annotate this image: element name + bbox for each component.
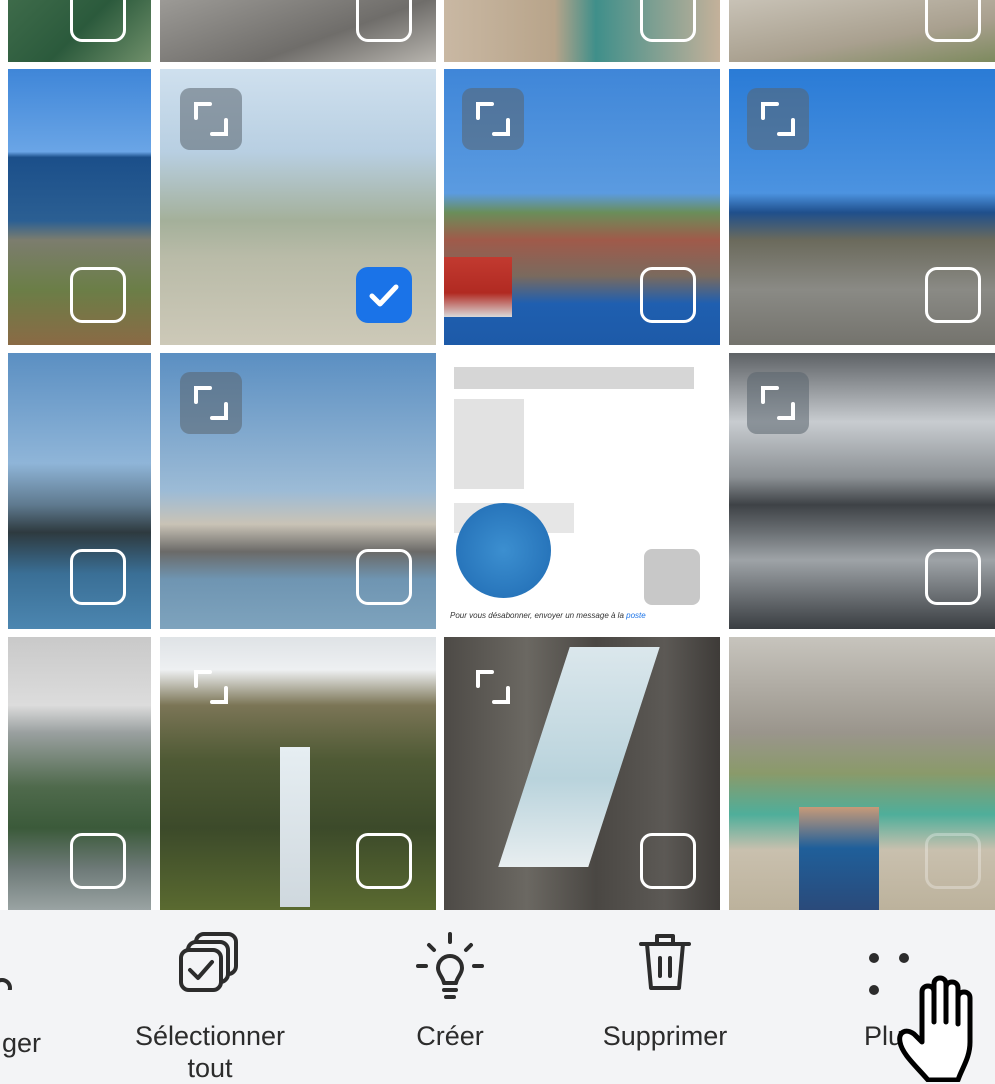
- expand-icon[interactable]: [180, 372, 242, 434]
- photo-checkbox[interactable]: [356, 549, 412, 605]
- share-button[interactable]: ger: [0, 910, 70, 1084]
- delete-label: Supprimer: [602, 1021, 728, 1051]
- create-button[interactable]: Créer: [380, 910, 520, 1084]
- expand-icon[interactable]: [462, 656, 524, 718]
- share-label: ger: [2, 1028, 42, 1058]
- photo-r0c0[interactable]: [8, 0, 151, 62]
- photo-checkbox[interactable]: [640, 833, 696, 889]
- photo-checkbox[interactable]: [70, 267, 126, 323]
- photo-viewpoint-road[interactable]: [160, 69, 436, 345]
- photo-checkbox[interactable]: [356, 267, 412, 323]
- select-all-button[interactable]: Sélectionner tout: [110, 910, 310, 1084]
- photo-checkbox[interactable]: [640, 0, 696, 42]
- photo-screenshot-message[interactable]: Pour vous désabonner, envoyer un message…: [444, 353, 720, 629]
- photo-harbour-town[interactable]: [444, 69, 720, 345]
- expand-icon[interactable]: [747, 88, 809, 150]
- photo-valley-lake[interactable]: [8, 637, 151, 910]
- photo-checkbox[interactable]: [356, 0, 412, 42]
- more-button[interactable]: Plus: [820, 910, 995, 1084]
- photo-cloudy-sea[interactable]: [729, 353, 995, 629]
- photo-mountains-lake[interactable]: [160, 353, 436, 629]
- lightbulb-icon: [416, 932, 484, 999]
- photo-checkbox[interactable]: [70, 549, 126, 605]
- photo-waterfall[interactable]: [160, 637, 436, 910]
- photo-checkbox[interactable]: [70, 833, 126, 889]
- select-all-icon: [179, 932, 238, 992]
- share-icon: [0, 978, 12, 990]
- photo-r0c2[interactable]: [444, 0, 720, 62]
- photo-glacier[interactable]: [444, 637, 720, 910]
- select-all-label: Sélectionner tout: [134, 1021, 286, 1083]
- photo-bridge-fjord[interactable]: [8, 353, 151, 629]
- photo-grid: Pour vous désabonner, envoyer un message…: [0, 0, 995, 910]
- photo-checkbox[interactable]: [70, 0, 126, 42]
- photo-checkbox[interactable]: [925, 267, 981, 323]
- bottom-action-toolbar: ger Sélectionner tout Créer Supprimer Pl…: [0, 910, 995, 1084]
- delete-button[interactable]: Supprimer: [570, 910, 760, 1084]
- expand-icon[interactable]: [180, 656, 242, 718]
- checkmark-icon: [369, 284, 399, 307]
- photo-checkbox[interactable]: [644, 549, 700, 605]
- photo-coast-rocks[interactable]: [8, 69, 151, 345]
- photo-rocky-shore[interactable]: [729, 69, 995, 345]
- trash-icon: [639, 934, 691, 990]
- expand-icon[interactable]: [747, 372, 809, 434]
- photo-checkbox[interactable]: [925, 549, 981, 605]
- photo-checkbox[interactable]: [640, 267, 696, 323]
- screenshot-caption: Pour vous désabonner, envoyer un message…: [450, 611, 646, 620]
- photo-people-pixelated[interactable]: [729, 637, 995, 910]
- expand-icon[interactable]: [180, 88, 242, 150]
- hand-pointer-icon: [897, 975, 973, 1082]
- photo-checkbox[interactable]: [925, 0, 981, 42]
- photo-r0c1[interactable]: [160, 0, 436, 62]
- photo-checkbox[interactable]: [356, 833, 412, 889]
- photo-r0c3[interactable]: [729, 0, 995, 62]
- create-label: Créer: [416, 1021, 484, 1051]
- expand-icon[interactable]: [462, 88, 524, 150]
- photo-checkbox[interactable]: [925, 833, 981, 889]
